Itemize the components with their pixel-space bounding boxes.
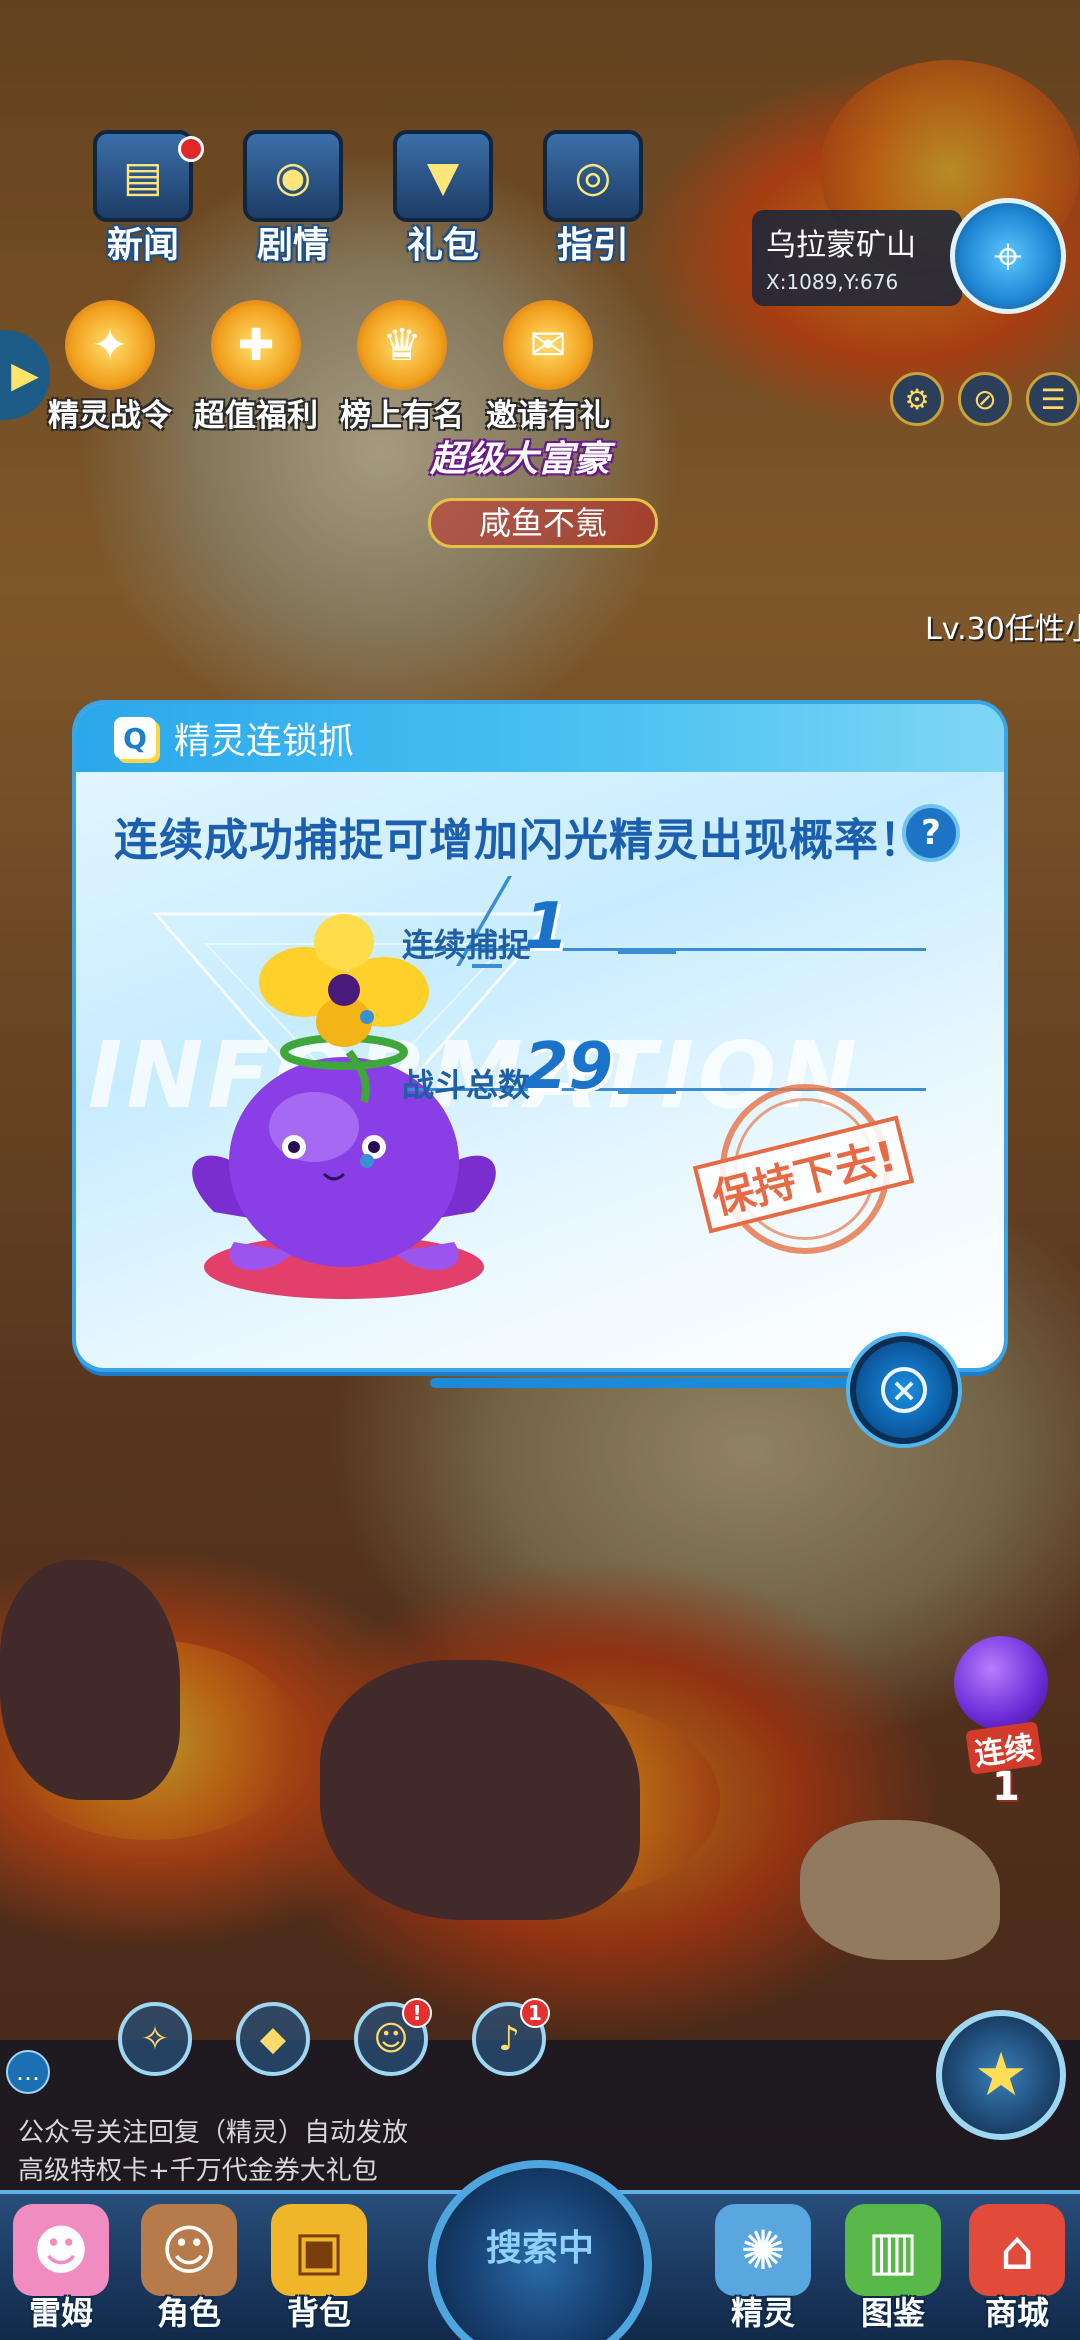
close-button[interactable]: × [850, 1336, 958, 1444]
streak-widget[interactable]: 连续 1 [948, 1630, 1058, 1810]
chat-message: 高级特权卡+千万代金券大礼包 [18, 2156, 378, 2186]
stat-connector-dot [360, 1010, 374, 1024]
giftbox-icon: ▼ [393, 130, 493, 222]
location-coordinates: X:1089,Y:676 [766, 270, 899, 294]
gift-pack-label: 礼包 [406, 225, 479, 266]
stat-connector-dot [360, 1154, 374, 1168]
nav-item-character[interactable]: ☺ 角色 [124, 2204, 254, 2334]
cup-icon: ♛ [357, 300, 447, 390]
dialog-header: Q 精灵连锁抓 [76, 704, 1004, 772]
compass-icon: ✧ [140, 2019, 170, 2059]
welfare-button[interactable]: ✚ 超值福利 [186, 300, 326, 435]
help-button[interactable]: ? [902, 804, 960, 862]
nav-label: 图鉴 [860, 2294, 925, 2332]
other-player-level-tag: Lv.30任性小 [925, 612, 1080, 647]
invite-label: 邀请有礼 [486, 398, 610, 434]
dialog-title: 精灵连锁抓 [174, 721, 355, 762]
search-status-label: 搜索中 [485, 2228, 594, 2269]
star-wand-icon: ★ [974, 2040, 1028, 2110]
nav-label: 精灵 [730, 2294, 795, 2332]
nav-item-album[interactable]: ▥ 图鉴 [828, 2204, 958, 2334]
map-icon: ⌖ [993, 226, 1023, 285]
location-name: 乌拉蒙矿山 [766, 228, 916, 263]
stat-underline-accent [618, 948, 676, 954]
close-icon: × [881, 1367, 927, 1413]
nav-label: 背包 [286, 2294, 351, 2332]
total-battles-value: 29 [524, 1030, 614, 1104]
guide-button[interactable]: ◎ 指引 [540, 130, 646, 268]
nav-item-pet[interactable]: ☻ 雷姆 [0, 2204, 126, 2334]
spirit-icon: ✺ [715, 2204, 811, 2296]
task-icon: ◆ [259, 2019, 287, 2059]
nav-item-shop[interactable]: ⌂ 商城 [952, 2204, 1080, 2334]
total-battles-label: 战斗总数 [402, 1066, 531, 1104]
news-label: 新闻 [106, 225, 179, 266]
battle-pass-label: 精灵战令 [48, 398, 172, 434]
dialog-bottom-accent [430, 1378, 850, 1388]
map-button[interactable]: ⌖ [950, 198, 1066, 314]
chain-capture-label: 连续捕捉 [402, 926, 531, 964]
count-badge: 1 [520, 1998, 550, 2028]
welfare-label: 超值福利 [194, 398, 318, 434]
menu-list-icon[interactable]: ☰ [1026, 372, 1080, 426]
shop-icon: ⌂ [969, 2204, 1065, 2296]
skill-button[interactable]: ★ [936, 2010, 1066, 2140]
chat-message: 公众号关注回复（精灵）自动发放 [18, 2118, 409, 2148]
battle-pass-button[interactable]: ✦ 精灵战令 [40, 300, 180, 435]
notification-dot [178, 136, 204, 162]
streak-count: 1 [992, 1764, 1020, 1810]
film-icon: ◉ [243, 130, 343, 222]
chat-bubble-icon[interactable]: … [6, 2050, 50, 2094]
nav-label: 商城 [984, 2294, 1049, 2332]
player-title-banner: 超级大富豪 [430, 439, 611, 480]
welfare-icon: ✚ [211, 300, 301, 390]
settings-icon[interactable]: ⚙ [890, 372, 944, 426]
task-shortcut[interactable]: ◆ [236, 2002, 310, 2076]
ranking-button[interactable]: ♛ 榜上有名 [332, 300, 472, 435]
ranking-label: 榜上有名 [340, 398, 464, 434]
alert-badge: ! [402, 1998, 432, 2028]
nav-item-spirit[interactable]: ✺ 精灵 [698, 2204, 828, 2334]
mute-icon[interactable]: ⊘ [958, 372, 1012, 426]
nav-item-backpack[interactable]: ▣ 背包 [254, 2204, 384, 2334]
chain-capture-value: 1 [524, 890, 569, 964]
keep-going-stamp: 保持下去! [692, 1084, 915, 1264]
guide-label: 指引 [556, 225, 629, 266]
pet-face-shortcut[interactable]: ☺! [354, 1998, 432, 2076]
compass-shortcut[interactable]: ✧ [118, 2002, 192, 2076]
info-book-icon: Q [114, 717, 156, 759]
backpack-icon: ▣ [271, 2204, 367, 2296]
pet-face-icon: ☺ [373, 2019, 409, 2059]
story-label: 剧情 [256, 225, 329, 266]
event-menu: ✦ 精灵战令 ✚ 超值福利 ♛ 榜上有名 ✉ 邀请有礼 [40, 300, 618, 435]
player-name-tag: 咸鱼不氪 [428, 498, 658, 548]
top-menu: ▤ 新闻 ◉ 剧情 ▼ 礼包 ◎ 指引 [90, 130, 646, 268]
tool-row: ⚙ ⊘ ☰ [890, 372, 1080, 426]
character-icon: ☺ [141, 2204, 237, 2296]
dialog-headline: 连续成功捕捉可增加闪光精灵出现概率！ [114, 815, 924, 866]
pet-icon: ☻ [13, 2204, 109, 2296]
chain-capture-dialog: Q 精灵连锁抓 连续成功捕捉可增加闪光精灵出现概率！ ? INFORMATION [76, 704, 1004, 1368]
location-panel: 乌拉蒙矿山 X:1089,Y:676 [752, 210, 962, 306]
pet-orb-icon [954, 1636, 1048, 1730]
news-button[interactable]: ▤ 新闻 [90, 130, 204, 268]
bell-icon: ♪ [498, 2019, 520, 2059]
stat-underline-accent [618, 1088, 676, 1094]
bell-shortcut[interactable]: ♪ 1 [472, 1998, 550, 2076]
guide-icon: ◎ [543, 130, 643, 222]
story-button[interactable]: ◉ 剧情 [240, 130, 346, 268]
shortcut-row: ✧ ◆ ☺! ♪ 1 [118, 1998, 550, 2076]
pet-illustration [192, 914, 496, 1299]
nav-label: 雷姆 [28, 2294, 93, 2332]
album-icon: ▥ [845, 2204, 941, 2296]
gift-pack-button[interactable]: ▼ 礼包 [390, 130, 496, 268]
invite-icon: ✉ [503, 300, 593, 390]
invite-button[interactable]: ✉ 邀请有礼 [478, 300, 618, 435]
trophy-icon: ✦ [65, 300, 155, 390]
nav-label: 角色 [156, 2294, 221, 2332]
